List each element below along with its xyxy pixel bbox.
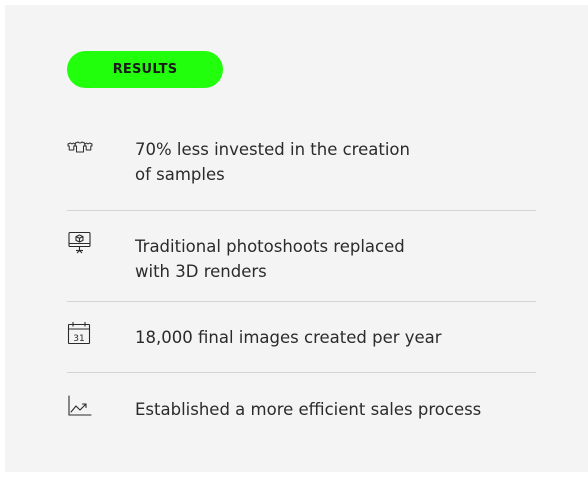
- divider: [67, 372, 536, 373]
- results-badge: RESULTS: [67, 51, 223, 88]
- results-card: RESULTS 70% less invested in the creatio…: [5, 5, 588, 472]
- calendar-icon: 31: [67, 321, 93, 347]
- result-item-samples: 70% less invested in the creation of sam…: [67, 140, 536, 192]
- result-text-3d-renders: Traditional photoshoots replaced with 3D…: [135, 237, 405, 281]
- trending-chart-icon: [67, 395, 93, 421]
- results-badge-label: RESULTS: [112, 62, 178, 77]
- tshirts-icon: [67, 141, 93, 167]
- result-item-sales-process: Established a more efficient sales proce…: [67, 395, 536, 425]
- divider: [67, 301, 536, 302]
- result-item-3d-renders: Traditional photoshoots replaced with 3D…: [67, 231, 536, 283]
- result-text-final-images: 18,000 final images created per year: [135, 328, 442, 347]
- divider: [67, 210, 536, 211]
- calendar-day-text: 31: [73, 334, 84, 344]
- result-item-final-images: 31 18,000 final images created per year: [67, 321, 536, 351]
- monitor-3d-cube-icon: [67, 231, 93, 257]
- result-text-sales-process: Established a more efficient sales proce…: [135, 400, 482, 419]
- result-text-samples: 70% less invested in the creation of sam…: [135, 140, 410, 184]
